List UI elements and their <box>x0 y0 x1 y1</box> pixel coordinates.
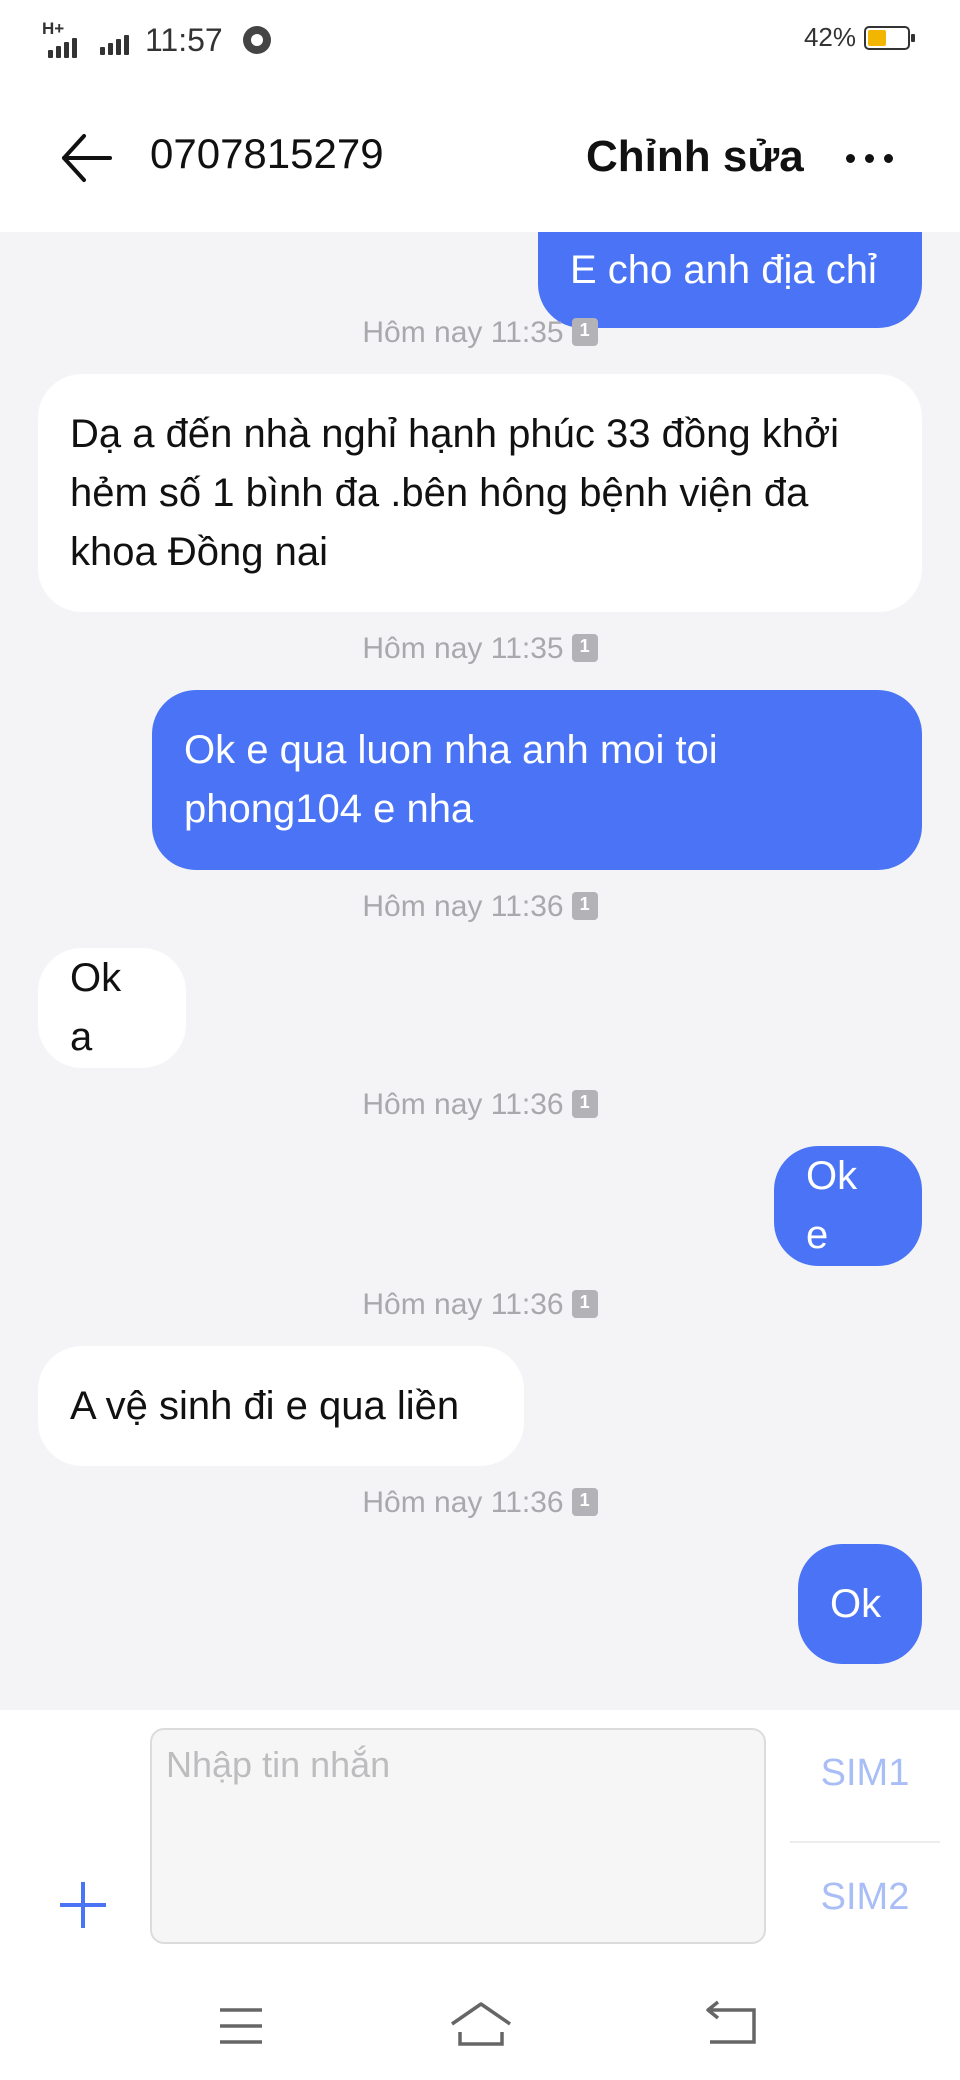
sim1-badge-icon <box>571 318 598 346</box>
chat-thread[interactable]: E cho anh địa chỉ Hôm nay 11:35 Dạ a đến… <box>0 232 960 1710</box>
message-bubble-incoming[interactable]: A vệ sinh đi e qua liền <box>38 1346 524 1466</box>
message-timestamp: Hôm nay 11:36 <box>0 1288 960 1322</box>
message-bubble-outgoing[interactable]: Ok <box>798 1544 922 1664</box>
chrome-notification-icon <box>242 26 271 54</box>
sim1-badge-icon <box>571 1488 598 1516</box>
message-bubble-incoming[interactable]: Dạ a đến nhà nghỉ hạnh phúc 33 đồng khởi… <box>38 374 922 612</box>
signal-strength-icon <box>100 25 129 55</box>
sim1-badge-icon <box>571 634 598 662</box>
message-timestamp: Hôm nay 11:36 <box>0 1486 960 1520</box>
battery-level <box>868 29 886 46</box>
status-right: 42% <box>803 22 915 53</box>
message-timestamp: Hôm nay 11:35 <box>0 632 960 666</box>
menu-icon[interactable] <box>206 1998 276 2054</box>
battery-icon <box>864 25 915 50</box>
send-sim2-button[interactable]: SIM2 <box>790 1876 940 1919</box>
send-sim1-button[interactable]: SIM1 <box>790 1752 940 1795</box>
compose-bar: SIM1 SIM2 <box>0 1710 960 1970</box>
sim1-badge-icon <box>571 1290 598 1318</box>
message-timestamp: Hôm nay 11:36 <box>0 1088 960 1122</box>
message-bubble-incoming[interactable]: Ok a <box>38 948 186 1068</box>
sim1-badge-icon <box>571 1090 598 1118</box>
network-type: H+ <box>42 19 65 38</box>
message-bubble-outgoing[interactable]: Ok e <box>774 1146 922 1266</box>
status-time: 11:57 <box>145 21 223 58</box>
plus-icon[interactable] <box>58 1880 108 1930</box>
back-icon[interactable] <box>696 1998 766 2054</box>
home-icon[interactable] <box>446 1998 516 2054</box>
message-bubble-outgoing[interactable]: Ok e qua luon nha anh moi toi phong104 e… <box>152 690 922 870</box>
message-timestamp: Hôm nay 11:35 <box>0 316 960 350</box>
arrow-left-icon[interactable] <box>56 128 116 188</box>
mobile-signal-icon: H+ <box>40 19 90 58</box>
status-left: H+ 11:57 <box>40 18 271 62</box>
message-bubble-outgoing[interactable]: E cho anh địa chỉ <box>538 232 922 328</box>
edit-button[interactable]: Chỉnh sửa <box>586 132 804 182</box>
battery-percent: 42% <box>803 22 856 52</box>
navigation-bar <box>0 1970 960 2080</box>
message-input[interactable] <box>150 1728 766 1944</box>
contact-title: 0707815279 <box>150 130 384 177</box>
app-bar: 0707815279 Chỉnh sửa <box>0 80 960 232</box>
more-horizontal-icon[interactable] <box>846 142 906 174</box>
sim-divider <box>790 1841 940 1843</box>
status-bar: H+ 11:57 42% <box>0 0 960 80</box>
sim1-badge-icon <box>571 892 598 920</box>
message-timestamp: Hôm nay 11:36 <box>0 890 960 924</box>
